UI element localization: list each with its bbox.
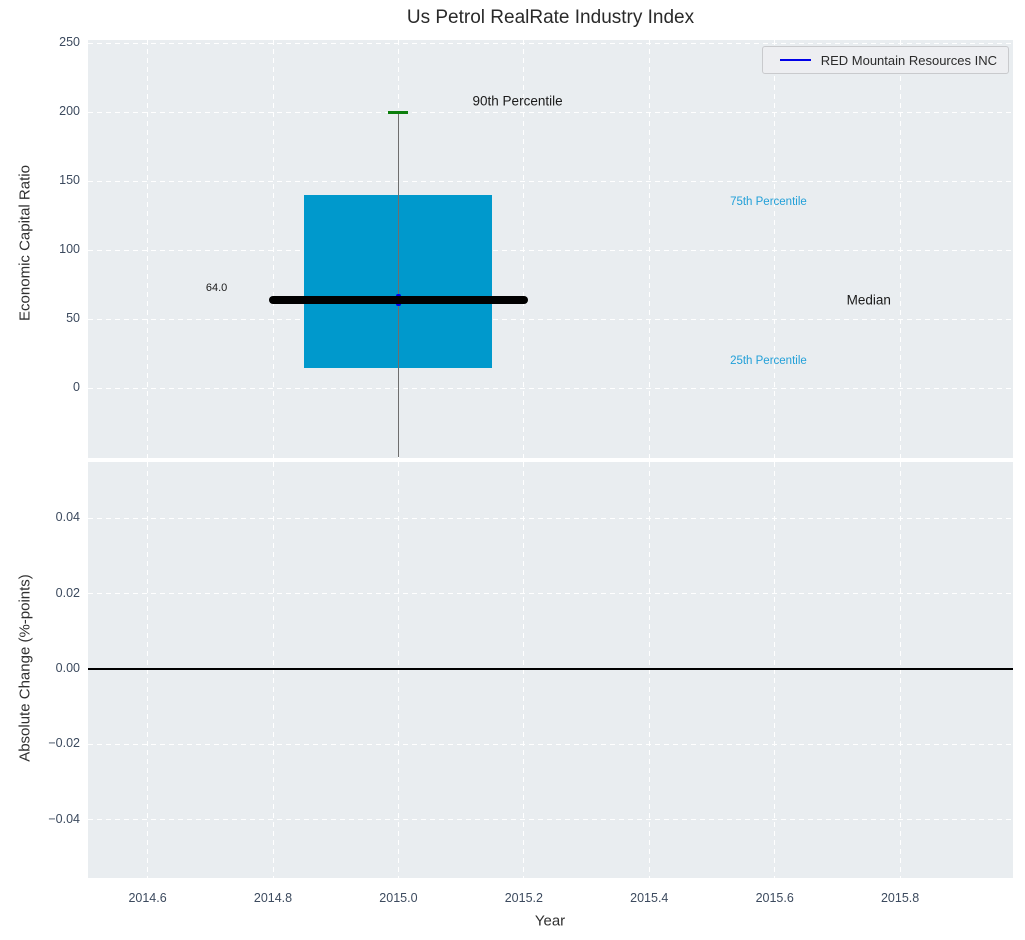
gridline-horizontal	[88, 387, 1013, 389]
x-tick-label: 2015.0	[379, 891, 418, 905]
gridline-horizontal	[88, 180, 1013, 182]
gridline-vertical	[899, 462, 901, 878]
x-tick-label: 2015.6	[755, 891, 794, 905]
y-tick-label: 250	[59, 35, 80, 50]
gridline-vertical	[272, 462, 274, 878]
x-tick-label: 2015.8	[880, 891, 920, 905]
y-tick-label: 0	[73, 380, 80, 395]
gridline-horizontal	[88, 819, 1013, 821]
gridline-horizontal	[88, 249, 1013, 251]
x-axis-label: Year	[534, 912, 566, 930]
gridline-vertical	[523, 462, 525, 878]
gridline-vertical	[397, 462, 399, 878]
legend-line-icon	[779, 58, 811, 62]
y-tick-label: 0.02	[55, 585, 80, 600]
y-tick-label: 200	[59, 104, 80, 119]
annotation-25th-percentile: 25th Percentile	[730, 354, 807, 367]
y-tick-label: 100	[59, 242, 80, 257]
annotation-75th-percentile: 75th Percentile	[730, 195, 807, 208]
gridline-horizontal	[88, 743, 1013, 745]
legend-label: RED Mountain Resources INC	[820, 52, 997, 68]
y-tick-label: −0.02	[48, 736, 80, 751]
y-tick-label: 150	[59, 173, 80, 188]
y-tick-label: 0.04	[55, 510, 80, 525]
annotation-90th-percentile: 90th Percentile	[472, 93, 563, 109]
y-tick-label: 50	[66, 311, 80, 326]
zero-baseline	[88, 667, 1013, 670]
gridline-vertical	[774, 462, 776, 878]
y-tick-label: 0.00	[55, 660, 80, 675]
cap-90th-percentile	[388, 110, 409, 114]
legend: RED Mountain Resources INC	[761, 46, 1009, 74]
annotation-median: Median	[846, 292, 891, 308]
gridline-horizontal	[88, 318, 1013, 320]
gridline-horizontal	[88, 517, 1013, 519]
gridline-horizontal	[88, 593, 1013, 594]
gridline-vertical	[147, 462, 149, 878]
gridline-vertical	[648, 462, 650, 878]
x-tick-label: 2015.4	[630, 891, 669, 905]
gridline-horizontal	[88, 42, 1013, 44]
x-tick-label: 2015.2	[504, 891, 543, 905]
y-tick-label: −0.04	[48, 811, 80, 826]
x-tick-label: 2014.8	[253, 891, 293, 905]
median-line	[269, 295, 528, 304]
bottom-plot-panel	[88, 462, 1013, 878]
x-tick-label: 2014.6	[128, 891, 167, 905]
figure: Us Petrol RealRate Industry Index Econom…	[0, 0, 1025, 940]
gridline-horizontal	[88, 111, 1013, 113]
whisker-line	[397, 112, 400, 457]
chart-title: Us Petrol RealRate Industry Index	[406, 7, 695, 28]
annotation-64-0: 64.0	[205, 282, 228, 295]
